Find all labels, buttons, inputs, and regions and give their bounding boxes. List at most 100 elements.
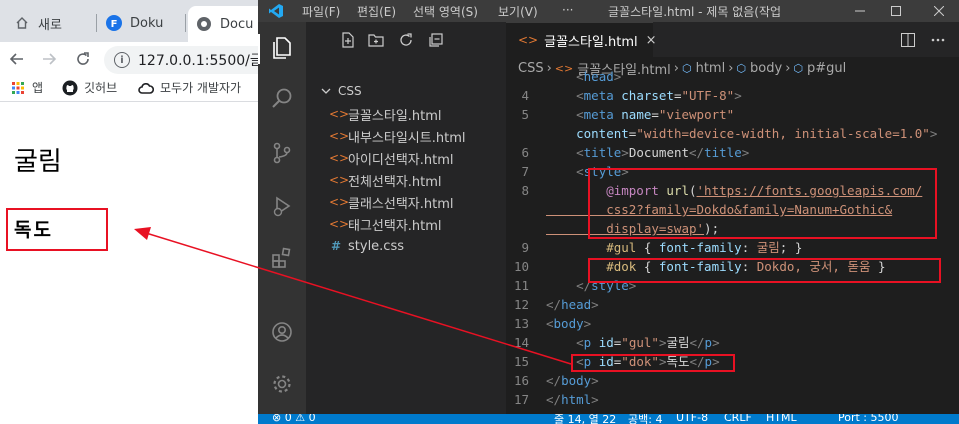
menu-view[interactable]: 보기(V)	[498, 3, 538, 20]
menu-selection[interactable]: 선택 영역(S)	[413, 3, 478, 20]
maximize-button[interactable]	[876, 0, 916, 22]
file-item[interactable]: <> 전체선택자.html	[329, 169, 442, 191]
live-server-status[interactable]: Port : 5500	[838, 414, 899, 424]
menu-edit[interactable]: 편집(E)	[357, 3, 396, 20]
browser-tab-document[interactable]: Docu	[188, 6, 268, 42]
account-icon	[272, 322, 292, 342]
editor-tab-active[interactable]: <> 글꼴스타일.html ×	[506, 22, 657, 57]
close-window-button[interactable]	[919, 0, 959, 22]
address-bar[interactable]: i 127.0.0.1:5500/글꼴	[104, 46, 274, 74]
file-item[interactable]: <> 클래스선택자.html	[329, 191, 454, 213]
browser-tab-label: Doku	[130, 15, 164, 31]
bookmark-label: 모두가 개발자가	[160, 81, 242, 95]
line-number: 12	[513, 297, 529, 312]
browser-tab-label: Docu	[220, 16, 254, 32]
search-icon	[272, 88, 292, 108]
language-status[interactable]: HTML	[766, 414, 797, 424]
activity-bar	[258, 22, 306, 414]
file-label: 전체선택자.html	[348, 174, 442, 190]
browser-tab-dokdo[interactable]: F Doku	[106, 8, 182, 38]
vscode-titlebar: 파일(F) 편집(E) 선택 영역(S) 보기(V) ··· 글꼴스타일.htm…	[258, 0, 959, 22]
browser-tab-new[interactable]: 새로	[14, 8, 86, 38]
minimize-icon	[855, 10, 865, 12]
explorer-button[interactable]	[270, 36, 294, 60]
menu-file[interactable]: 파일(F)	[302, 3, 340, 20]
file-item[interactable]: <> 태그선택자.html	[329, 213, 442, 235]
line-number: 8	[521, 183, 529, 198]
code-line: 15 <p id="dok">독도</p>	[506, 352, 959, 371]
html-file-icon: <>	[329, 129, 350, 143]
code-line: <head>	[546, 69, 622, 84]
new-file-button[interactable]	[340, 32, 356, 48]
paragraph-dok: 독도	[14, 219, 53, 241]
collapse-all-icon	[429, 33, 443, 47]
html-file-icon: <>	[329, 195, 350, 209]
problems-status[interactable]: ⊗ 0 ⚠ 0	[272, 414, 316, 424]
collapse-folders-button[interactable]	[428, 32, 444, 48]
active-indicator	[258, 34, 260, 64]
run-debug-button[interactable]	[270, 194, 294, 218]
vscode-window: 파일(F) 편집(E) 선택 영역(S) 보기(V) ··· 글꼴스타일.htm…	[258, 0, 959, 424]
bookmark-everyone-developer[interactable]: 모두가 개발자가	[138, 79, 241, 96]
menu-more[interactable]: ···	[562, 3, 573, 17]
explorer-sidebar: CSS <> 글꼴스타일.html <> 내부스타일시트.html <> 아이디…	[306, 22, 506, 414]
refresh-icon	[400, 33, 412, 46]
refresh-explorer-button[interactable]	[398, 32, 414, 48]
css-file-icon: #	[330, 239, 342, 253]
code-line: 11 </style>	[506, 276, 959, 295]
new-folder-button[interactable]	[368, 32, 384, 48]
split-editor-button[interactable]	[900, 32, 916, 48]
bookmark-label: 앱	[32, 81, 44, 95]
eol-status[interactable]: CRLF	[724, 414, 752, 424]
html-file-icon: <>	[329, 151, 350, 165]
search-button[interactable]	[270, 86, 294, 110]
minimize-button[interactable]	[840, 0, 880, 22]
source-control-icon	[273, 142, 291, 164]
indentation-status[interactable]: 공백: 4	[628, 414, 662, 424]
apps-grid-icon	[10, 80, 26, 96]
html-file-icon: <>	[329, 217, 350, 231]
close-tab-button[interactable]: ×	[646, 33, 657, 48]
file-label: 글꼴스타일.html	[348, 108, 442, 124]
html-file-icon: <>	[329, 173, 350, 187]
svg-text:F: F	[111, 19, 118, 30]
line-number: 16	[513, 373, 529, 388]
manage-button[interactable]	[270, 372, 294, 396]
file-label: 클래스선택자.html	[348, 196, 454, 212]
encoding-status[interactable]: UTF-8	[676, 414, 708, 424]
bookmarks-bar: 앱 깃허브 모두가 개발자가	[0, 76, 258, 102]
info-icon: i	[114, 52, 130, 68]
tab-separator	[96, 14, 97, 32]
bookmark-apps[interactable]: 앱	[10, 79, 43, 96]
editor-tab-bar: <> 글꼴스타일.html ×	[506, 22, 959, 57]
reload-button[interactable]	[72, 48, 94, 70]
code-line: 17 </html>	[506, 390, 959, 409]
gear-icon	[273, 375, 291, 393]
back-button[interactable]	[6, 48, 28, 70]
tab-separator	[185, 14, 186, 32]
forward-button[interactable]	[38, 48, 60, 70]
bookmark-github[interactable]: 깃허브	[62, 79, 117, 96]
code-line: 7 <style>	[506, 162, 959, 181]
more-icon	[931, 38, 945, 42]
code-line: 16 </body>	[506, 371, 959, 390]
folder-label: CSS	[338, 84, 362, 98]
file-item[interactable]: <> 내부스타일시트.html	[329, 125, 465, 147]
source-control-button[interactable]	[270, 141, 294, 165]
line-number: 4	[521, 88, 529, 103]
code-editor[interactable]: <head> 4 <meta charset="UTF-8"> 5 <meta …	[506, 69, 959, 414]
folder-css[interactable]: CSS	[320, 84, 362, 98]
address-url: 127.0.0.1:5500/글꼴	[138, 53, 274, 69]
more-actions-button[interactable]	[930, 32, 946, 48]
editor-group: <> 글꼴스타일.html × CSS › <> 글꼴스타일.html › ⬡ …	[506, 22, 959, 414]
extensions-button[interactable]	[270, 246, 294, 270]
extensions-icon	[272, 247, 291, 268]
file-item[interactable]: <> 글꼴스타일.html	[329, 103, 442, 125]
file-item[interactable]: # style.css	[329, 235, 404, 257]
browser-tab-label: 새로	[38, 17, 62, 33]
cursor-position[interactable]: 줄 14, 열 22	[554, 414, 616, 424]
bookmark-label: 깃허브	[84, 81, 118, 95]
file-item[interactable]: <> 아이디선택자.html	[329, 147, 454, 169]
accounts-button[interactable]	[270, 320, 294, 344]
run-debug-icon	[273, 196, 291, 217]
